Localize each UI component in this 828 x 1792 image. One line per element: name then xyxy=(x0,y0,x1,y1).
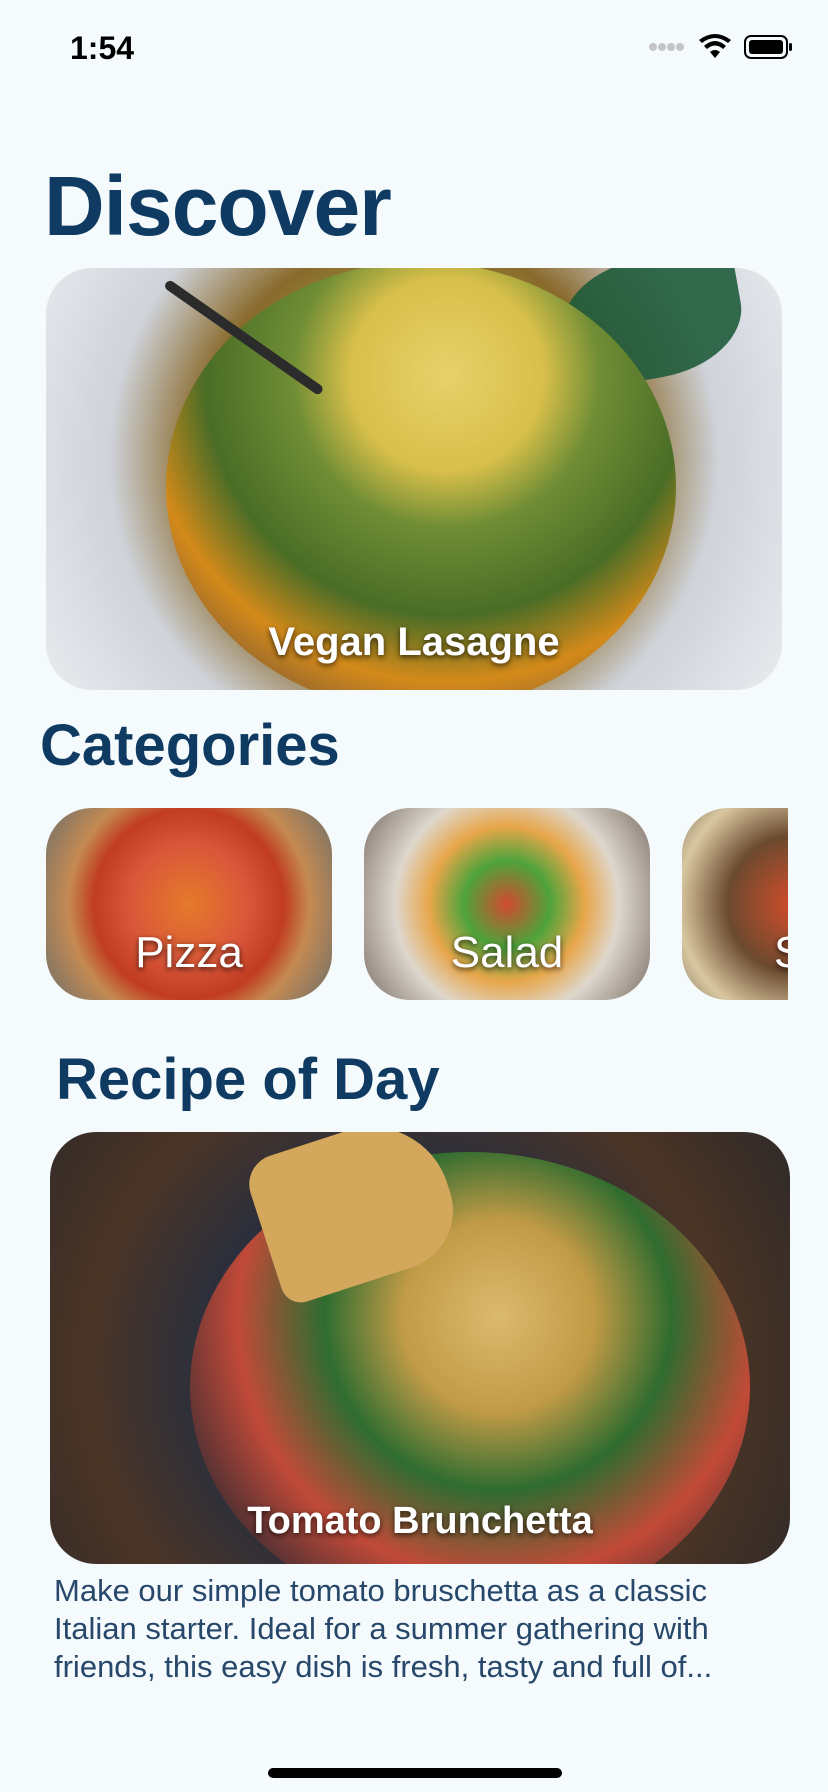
recipe-of-day-title: Tomato Brunchetta xyxy=(247,1500,593,1542)
status-icons xyxy=(648,34,794,60)
categories-carousel[interactable]: Pizza Salad S xyxy=(46,808,788,1002)
recipe-of-day-heading: Recipe of Day xyxy=(56,1047,440,1112)
category-label: Pizza xyxy=(135,928,243,977)
category-salad[interactable]: Salad xyxy=(364,808,650,1000)
featured-recipe-card[interactable]: Vegan Lasagne xyxy=(46,268,782,690)
recipe-of-day-card[interactable]: Tomato Brunchetta xyxy=(50,1132,790,1564)
battery-icon xyxy=(744,35,792,59)
status-time: 1:54 xyxy=(70,30,135,66)
category-pizza[interactable]: Pizza xyxy=(46,808,332,1000)
category-label: S xyxy=(774,928,788,978)
home-indicator[interactable] xyxy=(268,1768,562,1778)
page-title: Discover xyxy=(44,159,392,253)
category-label: Salad xyxy=(450,928,564,977)
cellular-dots-icon xyxy=(649,43,684,51)
recipe-description: Make our simple tomato bruschetta as a c… xyxy=(54,1573,713,1684)
wifi-icon xyxy=(699,34,731,58)
featured-recipe-title: Vegan Lasagne xyxy=(268,620,560,664)
category-third[interactable]: S xyxy=(682,808,788,1000)
categories-heading: Categories xyxy=(40,713,340,778)
